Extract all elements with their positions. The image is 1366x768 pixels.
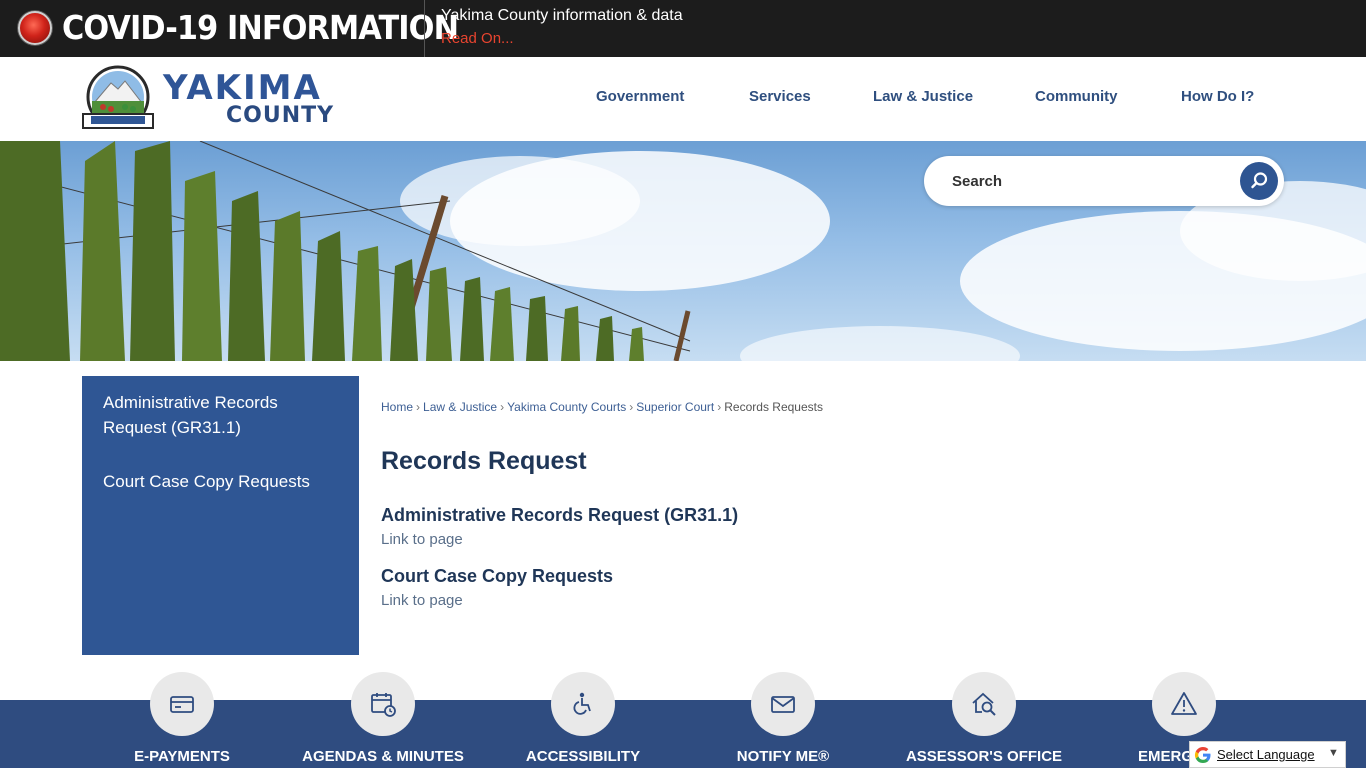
breadcrumb-superior-court[interactable]: Superior Court [636, 400, 714, 414]
breadcrumb-separator: › [500, 400, 505, 414]
search-bar [924, 156, 1284, 206]
breadcrumb-home[interactable]: Home [381, 400, 413, 414]
county-seal-logo[interactable] [81, 65, 155, 133]
site-header: YAKIMA COUNTY Government Services Law & … [0, 57, 1366, 141]
quick-link-accessibility-button[interactable] [551, 672, 615, 736]
quick-link-label-assessors-office[interactable]: ASSESSOR'S OFFICE [894, 748, 1074, 765]
entry-link-court-case-copy-requests[interactable]: Link to page [381, 592, 463, 609]
sidebar-item-administrative-records-request[interactable]: Administrative Records Request (GR31.1) [103, 390, 343, 440]
chevron-down-icon[interactable]: ▼ [1328, 747, 1339, 759]
quick-link-label-e-payments[interactable]: E-PAYMENTS [92, 748, 272, 765]
quick-link-e-payments-button[interactable] [150, 672, 214, 736]
quick-link-assessors-office-button[interactable] [952, 672, 1016, 736]
wheelchair-icon [573, 692, 591, 715]
alert-bar: COVID-19 INFORMATION Yakima County infor… [0, 0, 1366, 57]
sidebar-item-court-case-copy-requests[interactable]: Court Case Copy Requests [103, 469, 310, 494]
sidebar-nav: Administrative Records Request (GR31.1) … [82, 376, 359, 655]
logo-subtitle[interactable]: COUNTY [226, 104, 334, 128]
envelope-icon [771, 696, 795, 713]
search-input[interactable] [952, 169, 1232, 193]
alert-read-on-link[interactable]: Read On... [441, 30, 514, 47]
entry-title-court-case-copy-requests[interactable]: Court Case Copy Requests [381, 566, 613, 587]
entry-link-administrative-records-request[interactable]: Link to page [381, 531, 463, 548]
alert-title[interactable]: COVID-19 INFORMATION [62, 8, 459, 48]
breadcrumb-separator: › [629, 400, 634, 414]
quick-link-label-agendas-minutes[interactable]: AGENDAS & MINUTES [293, 748, 473, 765]
credit-card-icon [170, 696, 194, 713]
google-g-icon [1194, 746, 1211, 764]
page-title: Records Request [381, 447, 587, 475]
alert-indicator-icon [18, 11, 52, 45]
quick-link-emergency-button[interactable] [1152, 672, 1216, 736]
quick-link-notify-me-button[interactable] [751, 672, 815, 736]
breadcrumb-current: Records Requests [724, 400, 823, 414]
nav-government[interactable]: Government [596, 88, 684, 105]
house-search-icon [972, 692, 996, 716]
nav-how-do-i[interactable]: How Do I? [1181, 88, 1254, 105]
breadcrumb: Home › Law & Justice › Yakima County Courts ›… [381, 400, 823, 414]
breadcrumb-yakima-county-courts[interactable]: Yakima County Courts [507, 400, 626, 414]
quick-link-label-accessibility[interactable]: ACCESSIBILITY [493, 748, 673, 765]
search-icon [1251, 172, 1268, 189]
warning-icon [1171, 692, 1197, 715]
nav-services[interactable]: Services [749, 88, 811, 105]
breadcrumb-separator: › [717, 400, 722, 414]
search-button[interactable] [1240, 162, 1278, 200]
select-language-label[interactable]: Select Language [1217, 747, 1315, 762]
breadcrumb-separator: › [416, 400, 421, 414]
nav-law-justice[interactable]: Law & Justice [873, 88, 973, 105]
hero-banner [0, 141, 1366, 361]
alert-text: Yakima County information & data [441, 7, 683, 24]
entry-title-administrative-records-request[interactable]: Administrative Records Request (GR31.1) [381, 505, 738, 526]
alert-divider [424, 0, 425, 57]
logo-wordmark[interactable]: YAKIMA [163, 71, 322, 105]
calendar-clock-icon [371, 693, 396, 717]
google-translate-widget[interactable]: Select Language ▼ [1189, 741, 1346, 768]
quick-link-label-notify-me[interactable]: NOTIFY ME® [693, 748, 873, 765]
quick-link-agendas-minutes-button[interactable] [351, 672, 415, 736]
breadcrumb-law-justice[interactable]: Law & Justice [423, 400, 497, 414]
nav-community[interactable]: Community [1035, 88, 1118, 105]
